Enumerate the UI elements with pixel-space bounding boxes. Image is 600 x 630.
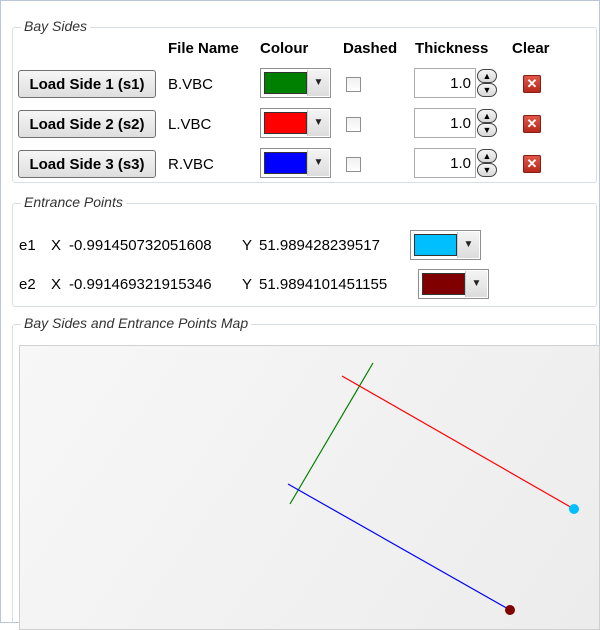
side-3-colour-picker[interactable]: ▼ [260,148,331,178]
bay-side-1-line [289,362,374,505]
entrance-point-1-x-value: -0.991450732051608 [69,237,212,254]
chevron-down-icon[interactable]: ▼ [307,110,329,136]
load-side-1-button[interactable]: Load Side 1 (s1) [18,70,156,98]
side-3-colour-swatch [264,152,307,174]
load-side-3-button[interactable]: Load Side 3 (s3) [18,150,156,178]
load-side-2-button[interactable]: Load Side 2 (s2) [18,110,156,138]
map-legend: Bay Sides and Entrance Points Map [21,315,252,331]
side-1-colour-picker[interactable]: ▼ [260,68,331,98]
header-colour: Colour [260,40,309,57]
entrance-point-1-colour-swatch [414,234,457,256]
close-icon[interactable]: ✕ [523,155,541,173]
chevron-down-icon[interactable]: ▼ [477,163,497,177]
entrance-point-1-y-value: 51.989428239517 [259,237,380,254]
entrance-point-2-colour-picker[interactable]: ▼ [418,269,489,299]
entrance-point-2-id: e2 [19,276,36,293]
close-icon[interactable]: ✕ [523,115,541,133]
side-3-thickness-spinner[interactable]: 1.0 ▲ ▼ [414,148,500,178]
map-group: Bay Sides and Entrance Points Map [12,315,600,630]
entrance-point-2-y-value: 51.9894101451155 [259,276,388,293]
side-2-colour-swatch [264,112,307,134]
chevron-down-icon[interactable]: ▼ [477,83,497,97]
side-2-thickness-input[interactable]: 1.0 [414,108,476,138]
chevron-down-icon[interactable]: ▼ [307,70,329,96]
side-3-file-name: R.VBC [168,156,214,173]
bay-side-2-line [341,375,575,510]
chevron-up-icon[interactable]: ▲ [477,69,497,83]
entrance-points-legend: Entrance Points [21,194,126,210]
entrance-points-group: Entrance Points e1 X -0.991450732051608 … [12,194,597,307]
chevron-up-icon[interactable]: ▲ [477,149,497,163]
entrance-point-1-y-label: Y [242,237,253,254]
bay-sides-legend: Bay Sides [21,18,91,34]
bay-map-canvas[interactable] [19,345,600,630]
side-1-file-name: B.VBC [168,76,214,93]
chevron-down-icon[interactable]: ▼ [477,123,497,137]
side-2-thickness-spinner[interactable]: 1.0 ▲ ▼ [414,108,500,138]
chevron-down-icon[interactable]: ▼ [307,150,329,176]
side-1-dashed-checkbox[interactable] [346,77,361,92]
side-2-colour-picker[interactable]: ▼ [260,108,331,138]
side-1-thickness-spinner[interactable]: 1.0 ▲ ▼ [414,68,500,98]
side-2-dashed-checkbox[interactable] [346,117,361,132]
entrance-point-2-x-label: X [51,276,62,293]
close-icon[interactable]: ✕ [523,75,541,93]
side-2-file-name: L.VBC [168,116,212,133]
entrance-point-1-marker [569,504,579,514]
bay-map-svg [287,362,579,615]
chevron-down-icon[interactable]: ▼ [465,271,487,297]
side-1-colour-swatch [264,72,307,94]
entrance-point-2-y-label: Y [242,276,253,293]
header-clear: Clear [512,40,550,57]
entrance-point-2-x-value: -0.991469321915346 [69,276,212,293]
chevron-down-icon[interactable]: ▼ [457,232,479,258]
side-3-dashed-checkbox[interactable] [346,157,361,172]
header-dashed: Dashed [343,40,398,57]
entrance-point-1-id: e1 [19,237,36,254]
entrance-point-2-colour-swatch [422,273,465,295]
entrance-point-1-x-label: X [51,237,62,254]
header-file-name: File Name [168,40,239,57]
bay-sides-group: Bay Sides File Name Colour Dashed Thickn… [12,18,597,183]
chevron-up-icon[interactable]: ▲ [477,109,497,123]
header-thickness: Thickness [415,40,489,57]
entrance-point-2-marker [505,605,515,615]
entrance-point-1-colour-picker[interactable]: ▼ [410,230,481,260]
bay-side-3-line [287,483,511,611]
side-1-thickness-input[interactable]: 1.0 [414,68,476,98]
side-3-thickness-input[interactable]: 1.0 [414,148,476,178]
